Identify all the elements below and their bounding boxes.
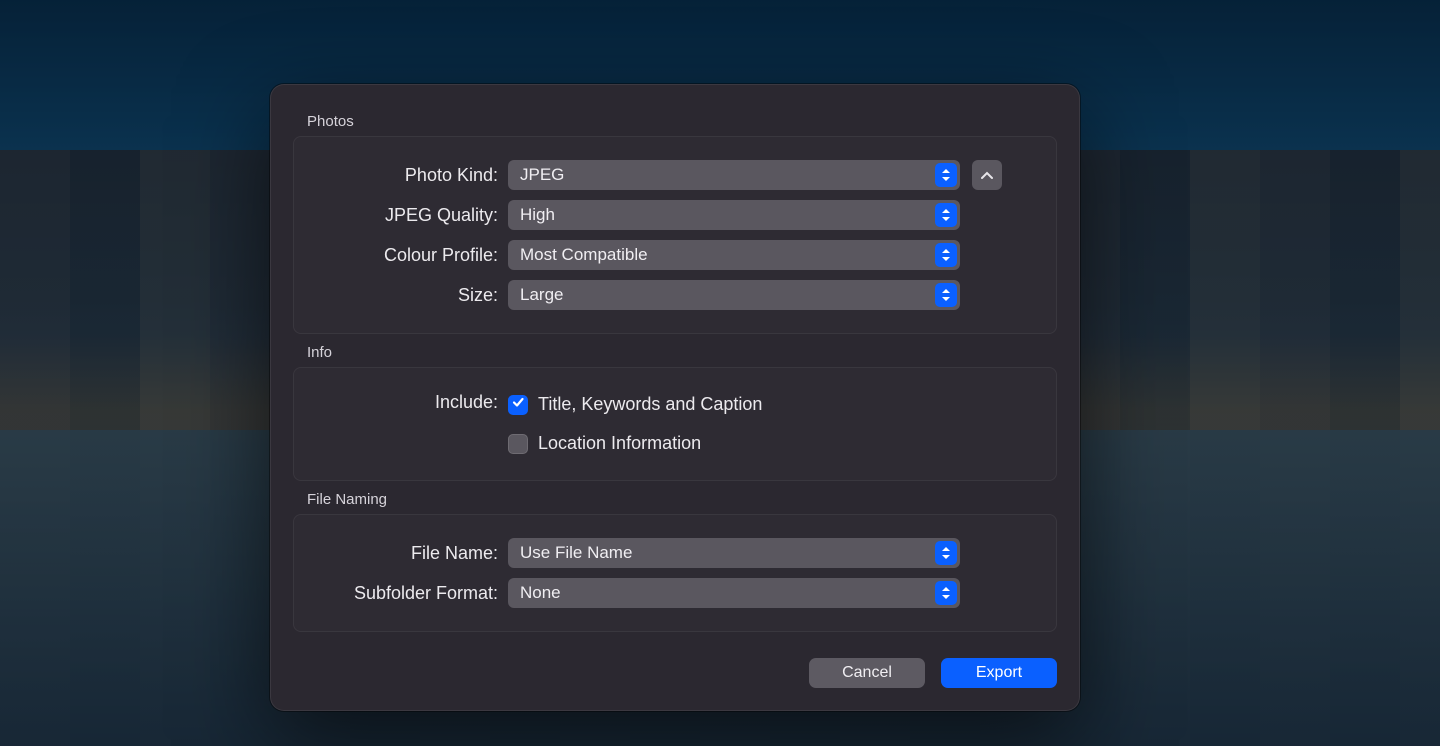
row-photo-kind: Photo Kind: JPEG: [308, 159, 1042, 191]
section-photos: Photo Kind: JPEG JPEG Quality:: [293, 136, 1057, 334]
checkbox-title-keywords-caption[interactable]: [508, 395, 528, 415]
row-file-name: File Name: Use File Name: [308, 537, 1042, 569]
label-photo-kind: Photo Kind:: [308, 165, 508, 186]
section-title-info: Info: [307, 344, 1057, 361]
popup-size-value: Large: [520, 285, 563, 305]
row-size: Size: Large: [308, 279, 1042, 311]
checkbox-label-location-information: Location Information: [538, 433, 701, 454]
popup-size[interactable]: Large: [508, 280, 960, 310]
popup-jpeg-quality-value: High: [520, 205, 555, 225]
popup-photo-kind[interactable]: JPEG: [508, 160, 960, 190]
chevron-up-icon: [981, 166, 993, 184]
updown-icon: [935, 283, 957, 307]
row-colour-profile: Colour Profile: Most Compatible: [308, 239, 1042, 271]
updown-icon: [935, 163, 957, 187]
label-include: Include:: [308, 390, 508, 413]
cancel-button[interactable]: Cancel: [809, 658, 925, 688]
export-button-label: Export: [976, 664, 1022, 682]
popup-photo-kind-value: JPEG: [520, 165, 564, 185]
label-file-name: File Name:: [308, 543, 508, 564]
checkbox-row-location-information: Location Information: [508, 433, 701, 454]
label-subfolder-format: Subfolder Format:: [308, 583, 508, 604]
popup-subfolder-format[interactable]: None: [508, 578, 960, 608]
section-info: Include: Title, Keywords and Caption Loc…: [293, 367, 1057, 481]
label-jpeg-quality: JPEG Quality:: [308, 205, 508, 226]
dialog-footer: Cancel Export: [293, 658, 1057, 688]
popup-colour-profile-value: Most Compatible: [520, 245, 648, 265]
section-title-file-naming: File Naming: [307, 491, 1057, 508]
updown-icon: [935, 541, 957, 565]
label-size: Size:: [308, 285, 508, 306]
label-colour-profile: Colour Profile:: [308, 245, 508, 266]
checkbox-location-information[interactable]: [508, 434, 528, 454]
export-button[interactable]: Export: [941, 658, 1057, 688]
checkbox-row-title-keywords-caption: Title, Keywords and Caption: [508, 394, 762, 415]
updown-icon: [935, 581, 957, 605]
section-file-naming: File Name: Use File Name Subfolder Forma…: [293, 514, 1057, 632]
popup-subfolder-format-value: None: [520, 583, 561, 603]
row-include: Include: Title, Keywords and Caption Loc…: [308, 390, 1042, 458]
export-dialog: Photos Photo Kind: JPEG JPEG Quality:: [270, 84, 1080, 711]
checkmark-icon: [511, 395, 525, 414]
popup-file-name-value: Use File Name: [520, 543, 632, 563]
row-subfolder-format: Subfolder Format: None: [308, 577, 1042, 609]
section-title-photos: Photos: [307, 113, 1057, 130]
cancel-button-label: Cancel: [842, 664, 892, 682]
updown-icon: [935, 203, 957, 227]
row-jpeg-quality: JPEG Quality: High: [308, 199, 1042, 231]
popup-file-name[interactable]: Use File Name: [508, 538, 960, 568]
popup-jpeg-quality[interactable]: High: [508, 200, 960, 230]
updown-icon: [935, 243, 957, 267]
checkbox-label-title-keywords-caption: Title, Keywords and Caption: [538, 394, 762, 415]
popup-colour-profile[interactable]: Most Compatible: [508, 240, 960, 270]
collapse-section-button[interactable]: [972, 160, 1002, 190]
